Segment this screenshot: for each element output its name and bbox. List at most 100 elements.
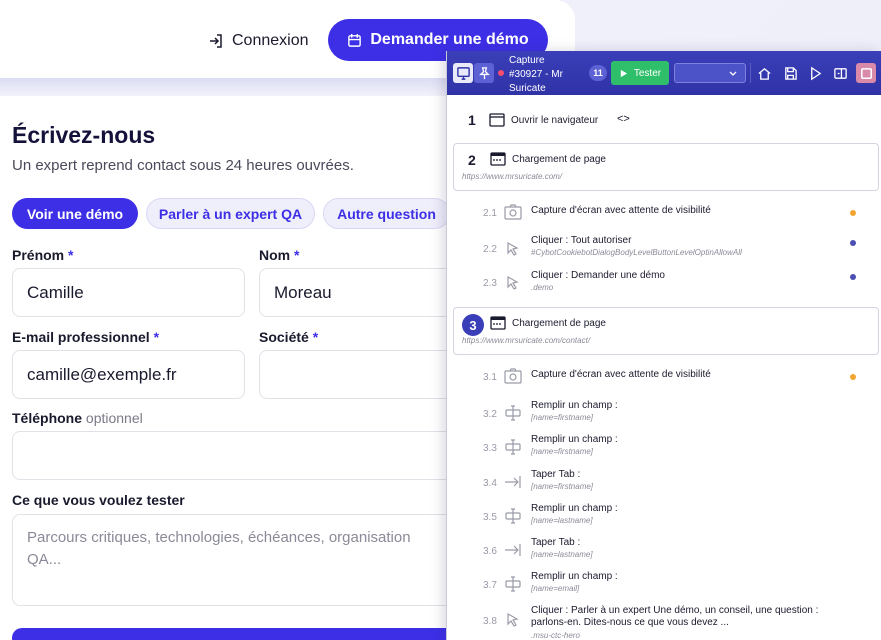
text-cursor-icon	[505, 576, 521, 592]
monitor-icon	[456, 66, 470, 80]
substep-title: Remplir un champ :	[531, 434, 618, 445]
save-icon	[784, 66, 797, 80]
browser-window-icon	[489, 113, 505, 127]
required-mark: *	[68, 247, 74, 263]
substep-item[interactable]: 3.6 Taper Tab : [name=lastname]	[447, 536, 881, 568]
environment-select[interactable]	[674, 63, 746, 83]
stop-recording-button[interactable]	[856, 63, 876, 83]
tab-key-icon	[505, 476, 521, 488]
login-label: Connexion	[232, 32, 309, 49]
layout-button[interactable]	[830, 63, 850, 83]
tab-key-icon	[505, 544, 521, 556]
substep-detail: [name=lastname]	[531, 550, 593, 559]
phone-field[interactable]	[12, 431, 462, 480]
substep-number: 3.5	[483, 512, 497, 523]
substep-item[interactable]: 3.4 Taper Tab : [name=firstname]	[447, 467, 881, 499]
substep-number: 3.1	[483, 372, 497, 383]
substep-item[interactable]: 3.2 Remplir un champ : [name=firstname]	[447, 399, 881, 431]
page-load-icon	[490, 316, 506, 330]
substep-title: Remplir un champ :	[531, 400, 618, 411]
substep-number: 2.2	[483, 244, 497, 255]
status-dot	[850, 210, 856, 216]
substep-item[interactable]: 3.5 Remplir un champ : [name=lastname]	[447, 502, 881, 534]
camera-icon	[504, 368, 522, 384]
optional-mark: optionnel	[85, 410, 143, 426]
substep-item[interactable]: 3.8 Cliquer : Parler à un expert Une dém…	[447, 604, 881, 640]
substep-number: 3.2	[483, 409, 497, 420]
play-outline-icon	[810, 66, 821, 80]
tab-other-question[interactable]: Autre question	[323, 198, 450, 229]
camera-icon	[504, 204, 522, 220]
text-cursor-icon	[505, 439, 521, 455]
browser-view-button[interactable]	[453, 63, 473, 83]
form-subtitle: Un expert reprend contact sous 24 heures…	[12, 157, 354, 174]
step-title: Chargement de page	[512, 318, 606, 329]
substep-number: 3.4	[483, 478, 497, 489]
company-label: Société *	[259, 329, 318, 345]
step-item[interactable]: 2 Chargement de page https://www.mrsuric…	[453, 143, 879, 191]
substep-title: Cliquer : Tout autoriser	[531, 235, 632, 246]
substep-item[interactable]: 3.7 Remplir un champ : [name=email]	[447, 570, 881, 602]
required-mark: *	[294, 247, 300, 263]
substep-item[interactable]: 3.1 Capture d'écran avec attente de visi…	[447, 363, 881, 393]
tab-demo[interactable]: Voir une démo	[12, 198, 138, 229]
request-demo-label: Demander une démo	[370, 31, 529, 48]
login-link[interactable]: Connexion	[208, 29, 309, 53]
status-dot	[850, 374, 856, 380]
stop-icon	[860, 67, 872, 79]
substep-item[interactable]: 2.3 Cliquer : Demander une démo .demo	[447, 269, 881, 301]
phone-label-text: Téléphone	[12, 410, 83, 426]
cursor-click-icon	[507, 241, 519, 256]
play-icon	[620, 69, 627, 77]
firstname-value: Camille	[27, 282, 84, 302]
step-item[interactable]: 3 Chargement de page https://www.mrsuric…	[453, 307, 879, 355]
step-number: 2	[468, 152, 476, 168]
substep-number: 2.3	[483, 278, 497, 289]
substep-number: 2.1	[483, 208, 497, 219]
code-icon: <>	[617, 113, 630, 125]
substep-detail: [name=lastname]	[531, 516, 593, 525]
login-icon	[210, 34, 222, 48]
run-button[interactable]	[805, 63, 825, 83]
company-label-text: Société	[259, 329, 309, 345]
pin-button[interactable]	[474, 63, 494, 83]
recorder-panel: Capture #30927 - Mr Suricate 11 Tester 1…	[446, 51, 881, 640]
firstname-label: Prénom *	[12, 247, 73, 263]
lastname-label: Nom *	[259, 247, 299, 263]
required-mark: *	[153, 329, 160, 345]
email-label-text: E-mail professionnel	[12, 329, 150, 345]
company-field[interactable]	[259, 350, 459, 399]
substep-number: 3.6	[483, 546, 497, 557]
test-goal-label: Ce que vous voulez tester	[12, 492, 185, 508]
substep-title: Remplir un champ :	[531, 503, 618, 514]
save-button[interactable]	[780, 63, 800, 83]
substep-detail: #CybotCookiebotDialogBodyLevelButtonLeve…	[531, 248, 742, 257]
test-goal-placeholder: Parcours critiques, technologies, échéan…	[27, 529, 411, 568]
capture-title: Capture #30927 - Mr Suricate	[509, 55, 563, 94]
step-item[interactable]: 1 Ouvrir le navigateur <>	[447, 109, 881, 133]
tester-label: Tester	[633, 67, 662, 79]
email-value: camille@exemple.fr	[27, 364, 177, 384]
substep-detail: [name=firstname]	[531, 413, 594, 422]
substep-item[interactable]: 2.2 Cliquer : Tout autoriser #CybotCooki…	[447, 235, 881, 267]
home-icon	[757, 67, 771, 80]
tester-button[interactable]: Tester	[611, 61, 669, 85]
substep-detail: .msu-ctc-hero	[531, 631, 580, 640]
home-button[interactable]	[754, 63, 774, 83]
substep-item[interactable]: 2.1 Capture d'écran avec attente de visi…	[447, 199, 881, 229]
cursor-click-icon	[507, 612, 519, 627]
substep-item[interactable]: 3.3 Remplir un champ : [name=firstname]	[447, 433, 881, 465]
substep-detail: .demo	[531, 283, 554, 292]
submit-button[interactable]	[12, 628, 462, 640]
substep-detail: [name=email]	[531, 584, 580, 593]
step-url: https://www.mrsuricate.com/contact/	[462, 336, 591, 345]
form-title: Écrivez-nous	[12, 122, 156, 148]
test-goal-textarea[interactable]: Parcours critiques, technologies, échéan…	[12, 514, 462, 606]
firstname-field[interactable]: Camille	[12, 268, 245, 317]
email-field[interactable]: camille@exemple.fr	[12, 350, 245, 399]
lastname-field[interactable]: Moreau	[259, 268, 459, 317]
cursor-click-icon	[507, 275, 519, 290]
step-title: Chargement de page	[512, 154, 606, 165]
substep-number: 3.3	[483, 443, 497, 454]
tab-expert-qa[interactable]: Parler à un expert QA	[146, 198, 315, 229]
